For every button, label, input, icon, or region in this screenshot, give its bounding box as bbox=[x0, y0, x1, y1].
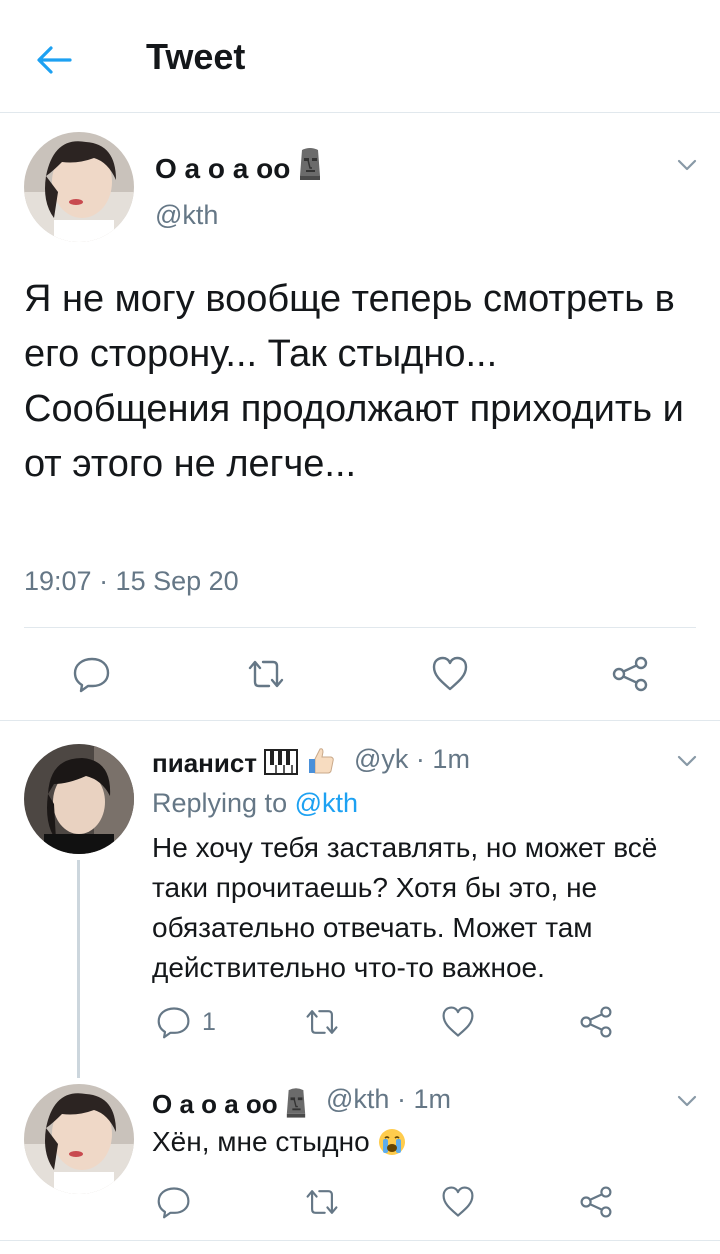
thread-line bbox=[77, 860, 80, 1078]
author-name[interactable]: О а о а оо bbox=[152, 1086, 307, 1120]
retweet-button[interactable] bbox=[244, 654, 288, 694]
like-icon bbox=[442, 1186, 474, 1217]
reply-button[interactable] bbox=[72, 654, 112, 694]
reply-icon bbox=[73, 657, 110, 693]
section-divider bbox=[0, 720, 720, 721]
retweet-button[interactable] bbox=[302, 1004, 342, 1040]
reply-icon bbox=[157, 1187, 190, 1219]
thumbs-up-emoji bbox=[308, 748, 334, 774]
retweet-icon bbox=[248, 660, 284, 688]
page-title: Tweet bbox=[146, 36, 246, 77]
like-button[interactable] bbox=[440, 1184, 476, 1220]
tweet-timestamp[interactable]: 19:07 · 15 Sep 20 bbox=[24, 566, 239, 597]
chevron-down-icon[interactable] bbox=[672, 746, 702, 776]
share-icon bbox=[580, 1006, 612, 1038]
reply-meta[interactable]: @kth · 1m bbox=[326, 1084, 451, 1115]
retweet-button[interactable] bbox=[302, 1184, 342, 1220]
author-name[interactable]: О а о а оо bbox=[155, 146, 322, 185]
reply-button[interactable] bbox=[156, 1184, 192, 1220]
share-icon bbox=[580, 1186, 612, 1218]
chevron-down-icon[interactable] bbox=[672, 1086, 702, 1116]
moai-emoji bbox=[300, 148, 321, 180]
avatar[interactable] bbox=[24, 1084, 134, 1194]
back-button[interactable] bbox=[28, 34, 80, 86]
like-icon bbox=[432, 656, 468, 691]
retweet-icon bbox=[306, 1010, 338, 1034]
divider bbox=[24, 627, 696, 628]
author-handle[interactable]: @kth bbox=[155, 200, 218, 231]
reply-text: Хён, мне стыдно bbox=[152, 1122, 692, 1162]
retweet-icon bbox=[306, 1190, 338, 1214]
replying-to: Replying to @kth bbox=[152, 788, 359, 818]
share-button[interactable] bbox=[610, 654, 650, 694]
author-name[interactable]: пианист bbox=[152, 746, 336, 779]
reply-icon bbox=[157, 1007, 190, 1039]
like-button[interactable] bbox=[430, 654, 470, 694]
avatar[interactable] bbox=[24, 744, 134, 854]
share-button[interactable] bbox=[578, 1184, 614, 1220]
like-button[interactable] bbox=[440, 1004, 476, 1040]
reply-button[interactable]: 1 bbox=[156, 1004, 216, 1040]
reply-meta[interactable]: @yk · 1m bbox=[354, 744, 470, 775]
reply-count: 1 bbox=[202, 1007, 216, 1036]
top-bar: Tweet bbox=[0, 0, 720, 113]
back-arrow-icon bbox=[37, 46, 72, 74]
reply-text: Не хочу тебя заставлять, но может всё та… bbox=[152, 832, 658, 983]
share-icon bbox=[612, 656, 648, 692]
tweet-text: Я не могу вообще теперь смотреть в его с… bbox=[24, 278, 684, 485]
piano-emoji bbox=[264, 749, 299, 775]
like-icon bbox=[442, 1006, 474, 1037]
avatar[interactable] bbox=[24, 132, 134, 242]
moai-emoji bbox=[286, 1088, 306, 1118]
chevron-down-icon[interactable] bbox=[672, 150, 702, 180]
share-button[interactable] bbox=[578, 1004, 614, 1040]
crying-emoji bbox=[379, 1129, 406, 1155]
section-divider bbox=[0, 1240, 720, 1241]
mention-link[interactable]: @kth bbox=[295, 788, 358, 818]
